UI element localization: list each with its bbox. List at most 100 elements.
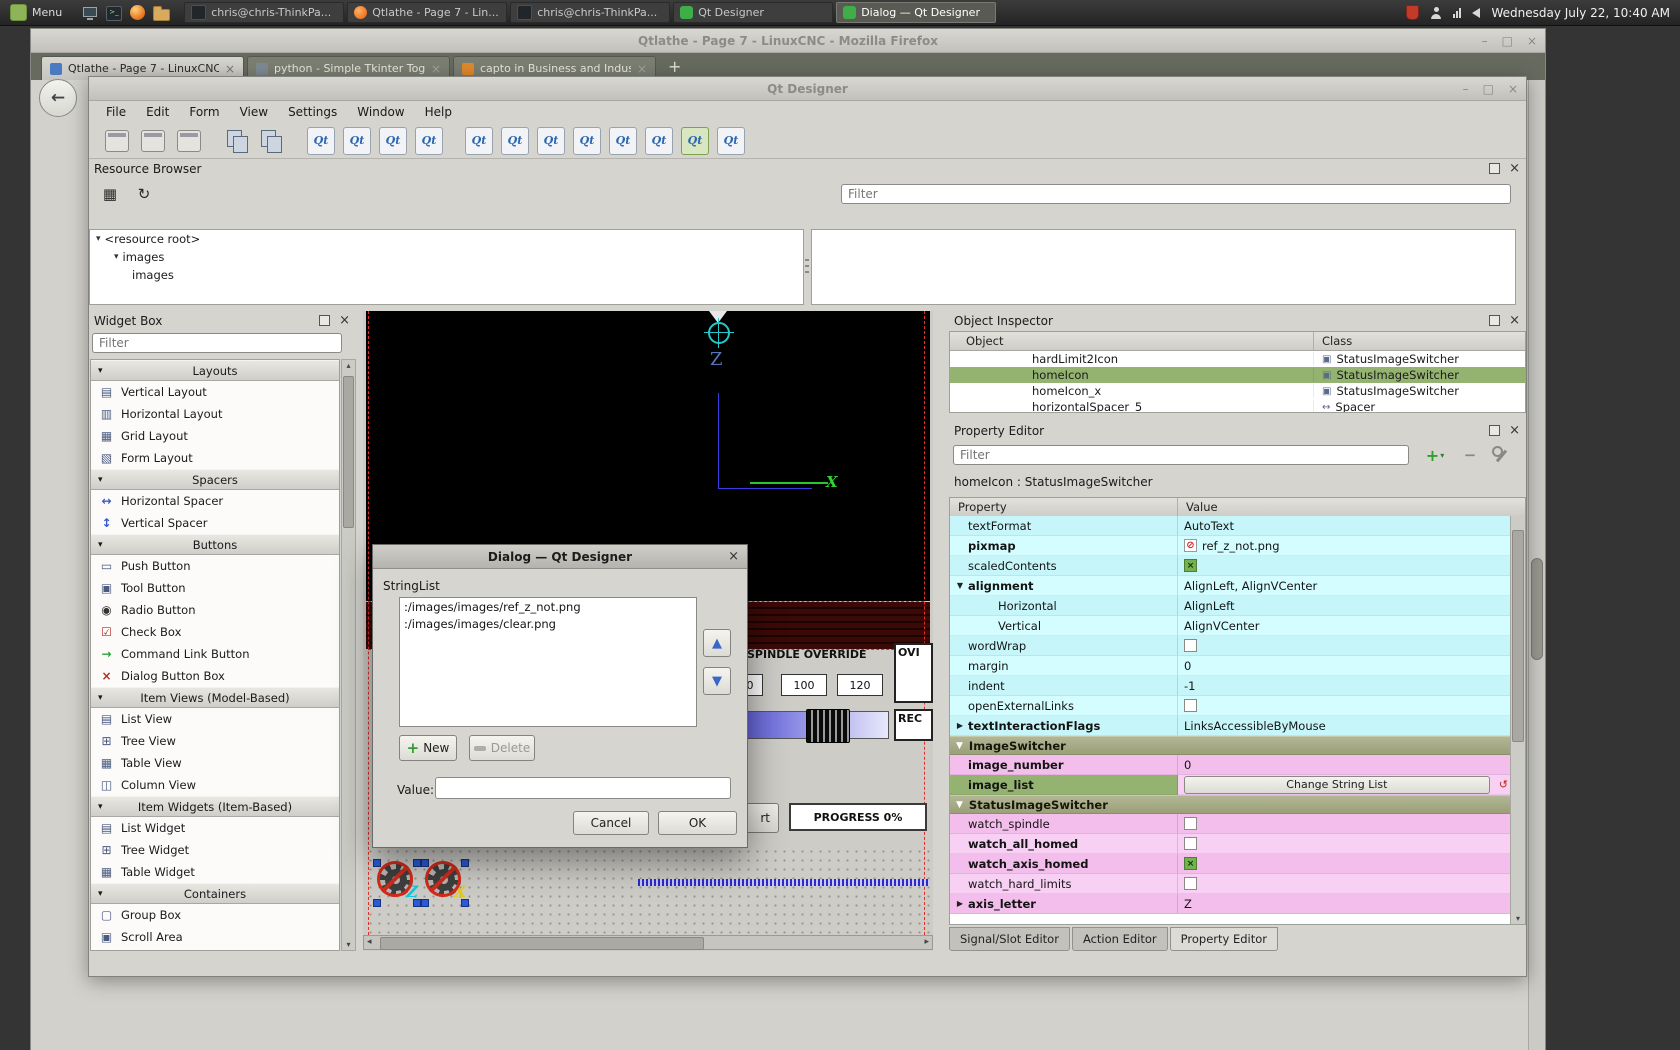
property-row[interactable]: image_number0 bbox=[950, 755, 1510, 775]
property-scrollbar[interactable]: ▾ bbox=[1510, 516, 1525, 924]
property-row[interactable]: scaledContents× bbox=[950, 556, 1510, 576]
scrollbar-thumb[interactable] bbox=[1531, 558, 1543, 660]
property-name-cell[interactable]: ▶axis_letter bbox=[950, 894, 1178, 914]
widget-item[interactable]: ▭Push Button bbox=[91, 555, 339, 577]
checkbox-unchecked[interactable] bbox=[1184, 817, 1197, 830]
widget-item[interactable]: ▤Vertical Layout bbox=[91, 381, 339, 403]
page-scrollbar[interactable] bbox=[1528, 80, 1545, 1050]
checkbox-unchecked[interactable] bbox=[1184, 639, 1197, 652]
property-name-cell[interactable]: watch_hard_limits bbox=[950, 874, 1178, 894]
float-panel-icon[interactable] bbox=[1489, 425, 1500, 436]
firewall-icon[interactable] bbox=[1406, 5, 1419, 20]
back-button[interactable]: ← bbox=[39, 79, 77, 117]
resource-view-mode-icon[interactable]: ▦ bbox=[97, 181, 123, 207]
ok-button[interactable]: OK bbox=[658, 811, 737, 835]
toolbar-button[interactable] bbox=[259, 128, 285, 154]
value-input[interactable] bbox=[435, 777, 731, 799]
property-value-cell[interactable]: 0 bbox=[1178, 755, 1510, 775]
widget-category-header[interactable]: ▾Spacers bbox=[91, 469, 339, 490]
property-name-cell[interactable]: watch_all_homed bbox=[950, 834, 1178, 854]
property-row[interactable]: ▼alignmentAlignLeft, AlignVCenter bbox=[950, 576, 1510, 596]
resource-filter-input[interactable] bbox=[841, 184, 1511, 204]
value-column-header[interactable]: Value bbox=[1178, 498, 1525, 516]
toolbar-button[interactable]: Qt bbox=[645, 127, 673, 155]
checkbox-checked[interactable]: × bbox=[1184, 857, 1197, 870]
property-value-cell[interactable]: AutoText bbox=[1178, 516, 1510, 536]
toolbar-button[interactable]: Qt bbox=[537, 127, 565, 155]
close-icon[interactable]: × bbox=[1527, 34, 1537, 48]
widget-item[interactable]: ▤List Widget bbox=[91, 817, 339, 839]
maximize-icon[interactable]: □ bbox=[1502, 34, 1513, 48]
clock[interactable]: Wednesday July 22, 10:40 AM bbox=[1491, 6, 1670, 20]
widget-item[interactable]: →Command Link Button bbox=[91, 643, 339, 665]
menu-edit[interactable]: Edit bbox=[137, 103, 178, 121]
close-panel-icon[interactable]: × bbox=[339, 316, 350, 326]
toolbar-button[interactable]: Qt bbox=[343, 127, 371, 155]
property-row[interactable]: indent-1 bbox=[950, 676, 1510, 696]
property-value-cell[interactable] bbox=[1178, 874, 1510, 894]
property-value-cell[interactable]: AlignLeft, AlignVCenter bbox=[1178, 576, 1510, 596]
widget-item[interactable]: ▥Horizontal Layout bbox=[91, 403, 339, 425]
property-row[interactable]: watch_all_homed bbox=[950, 834, 1510, 854]
add-dynamic-property-button[interactable]: + ▾ bbox=[1417, 444, 1453, 466]
widget-item[interactable]: ▣Scroll Area bbox=[91, 926, 339, 948]
widget-item[interactable]: ↕Vertical Spacer bbox=[91, 512, 339, 534]
toolbar-button[interactable] bbox=[177, 130, 201, 152]
scroll-down-icon[interactable]: ▾ bbox=[342, 940, 355, 949]
property-filter-input[interactable] bbox=[953, 445, 1409, 465]
tab-property-editor[interactable]: Property Editor bbox=[1170, 927, 1278, 951]
property-value-cell[interactable]: AlignLeft bbox=[1178, 596, 1510, 616]
reload-resources-icon[interactable]: ↻ bbox=[131, 181, 157, 207]
new-string-button[interactable]: + New bbox=[399, 735, 457, 761]
toolbar-button[interactable]: Qt bbox=[681, 127, 709, 155]
property-column-header[interactable]: Property bbox=[950, 498, 1178, 516]
property-name-cell[interactable]: pixmap bbox=[950, 536, 1178, 556]
resource-tree-item[interactable]: ▾images bbox=[90, 248, 803, 266]
property-name-cell[interactable]: wordWrap bbox=[950, 636, 1178, 656]
property-section-row[interactable]: ▼ImageSwitcher bbox=[950, 736, 1510, 755]
resource-tree-item[interactable]: ▾<resource root> bbox=[90, 230, 803, 248]
close-icon[interactable]: × bbox=[728, 549, 739, 564]
expander-open-icon[interactable]: ▼ bbox=[954, 581, 966, 590]
widget-category-header[interactable]: ▾Containers bbox=[91, 883, 339, 904]
property-row[interactable]: textFormatAutoText bbox=[950, 516, 1510, 536]
scrollbar-thumb[interactable] bbox=[1512, 530, 1524, 742]
scroll-up-icon[interactable]: ▴ bbox=[342, 361, 355, 370]
property-value-cell[interactable] bbox=[1178, 834, 1510, 854]
configure-property-editor-icon[interactable] bbox=[1489, 444, 1513, 466]
toolbar-button[interactable] bbox=[225, 128, 251, 154]
toolbar-button[interactable] bbox=[105, 130, 129, 152]
widget-item[interactable]: ×Dialog Button Box bbox=[91, 665, 339, 687]
monitor-launcher-icon[interactable] bbox=[82, 5, 98, 21]
tab-action-editor[interactable]: Action Editor bbox=[1072, 927, 1168, 951]
toolbar-button[interactable]: Qt bbox=[465, 127, 493, 155]
property-row[interactable]: pixmap⊘ref_z_not.png bbox=[950, 536, 1510, 556]
object-inspector-row[interactable]: horizontalSpacer_5↔Spacer bbox=[950, 399, 1525, 413]
tab-close-icon[interactable]: × bbox=[431, 62, 441, 76]
widget-item[interactable]: ☑Check Box bbox=[91, 621, 339, 643]
widget-item[interactable]: ◫Column View bbox=[91, 774, 339, 796]
float-panel-icon[interactable] bbox=[1489, 315, 1500, 326]
taskbar-button[interactable]: chris@chris-ThinkPa... bbox=[510, 2, 670, 23]
toolbar-button[interactable]: Qt bbox=[379, 127, 407, 155]
widget-category-header[interactable]: ▾Item Views (Model-Based) bbox=[91, 687, 339, 708]
property-value-cell[interactable]: ⊘ref_z_not.png bbox=[1178, 536, 1510, 556]
property-row[interactable]: VerticalAlignVCenter bbox=[950, 616, 1510, 636]
remove-dynamic-property-button[interactable]: − bbox=[1459, 444, 1481, 466]
toolbar-button[interactable]: Qt bbox=[573, 127, 601, 155]
property-name-cell[interactable]: scaledContents bbox=[950, 556, 1178, 576]
widget-item[interactable]: ▦Grid Layout bbox=[91, 425, 339, 447]
property-name-cell[interactable]: openExternalLinks bbox=[950, 696, 1178, 716]
close-panel-icon[interactable]: × bbox=[1509, 426, 1520, 436]
form-horizontal-scrollbar[interactable]: ◂ ▸ bbox=[363, 935, 933, 950]
widget-item[interactable]: ▣Tool Button bbox=[91, 577, 339, 599]
toolbar-button[interactable]: Qt bbox=[609, 127, 637, 155]
menu-file[interactable]: File bbox=[97, 103, 135, 121]
property-section-row[interactable]: ▼StatusImageSwitcher bbox=[950, 795, 1510, 814]
expander-closed-icon[interactable]: ▶ bbox=[954, 721, 966, 730]
tree-expand-icon[interactable]: ▾ bbox=[96, 234, 101, 244]
widget-item[interactable]: ↔Horizontal Spacer bbox=[91, 490, 339, 512]
delete-string-button[interactable]: Delete bbox=[469, 735, 535, 761]
property-row[interactable]: margin0 bbox=[950, 656, 1510, 676]
taskbar-button[interactable]: chris@chris-ThinkPa... bbox=[184, 2, 344, 23]
